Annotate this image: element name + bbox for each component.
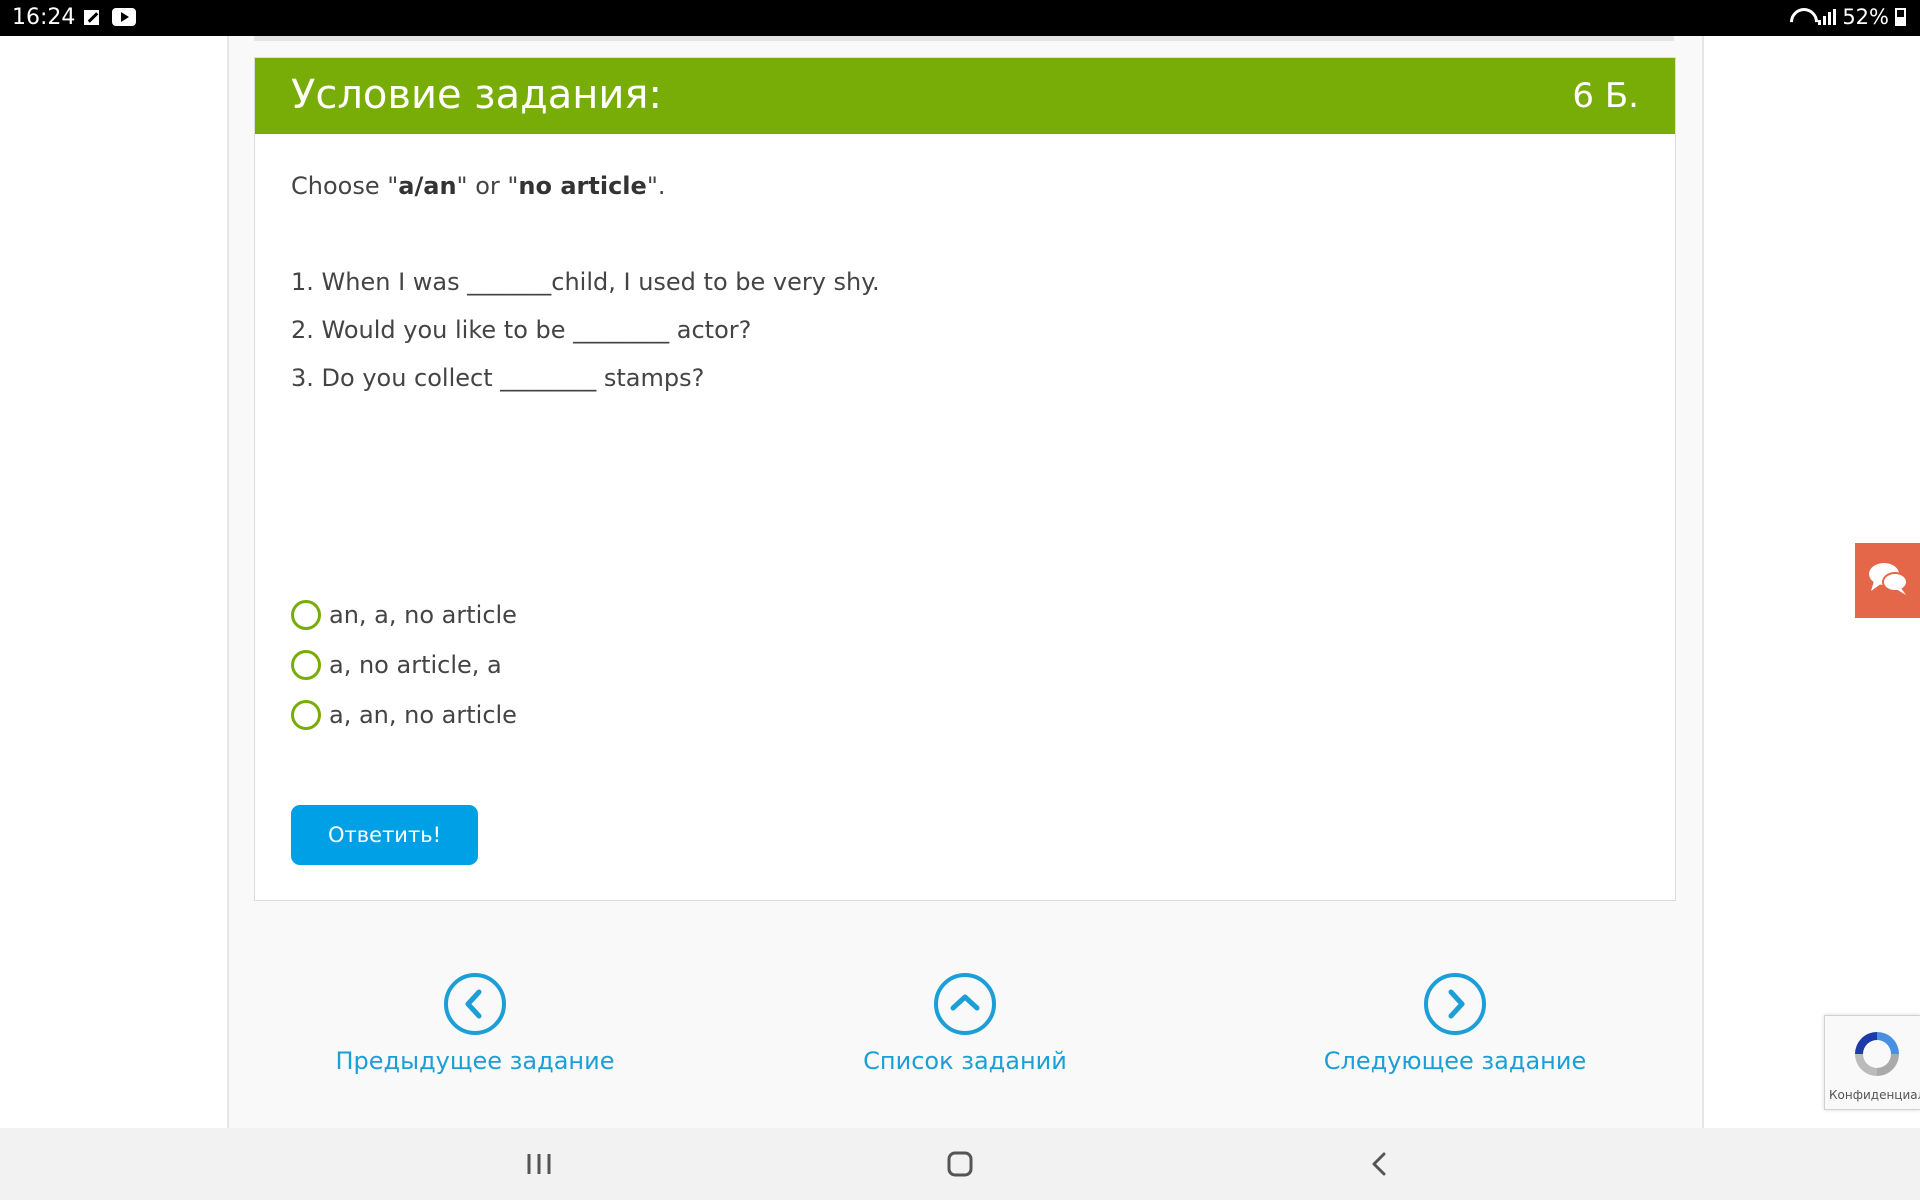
instruction-middle: " or " <box>456 172 519 200</box>
chevron-right-icon[interactable] <box>1424 973 1486 1035</box>
task-list-label[interactable]: Список заданий <box>795 1047 1135 1075</box>
question-3: 3. Do you collect ________ stamps? <box>291 364 705 392</box>
next-task-link[interactable]: Следующее задание <box>1285 973 1625 1075</box>
next-task-label[interactable]: Следующее задание <box>1285 1047 1625 1075</box>
recents-icon[interactable] <box>519 1146 559 1182</box>
instruction-bold-no-article: no article <box>518 172 647 200</box>
prev-task-link[interactable]: Предыдущее задание <box>305 973 645 1075</box>
signal-icon <box>1818 9 1837 25</box>
task-card: Условие задания: 6 Б. Choose "a/an" or "… <box>254 57 1676 901</box>
edit-icon <box>84 10 99 25</box>
recaptcha-icon <box>1855 1032 1899 1076</box>
task-title: Условие задания: <box>291 72 662 118</box>
option-label: a, no article, a <box>329 651 502 679</box>
status-right: 52% <box>1790 5 1906 29</box>
radio-button[interactable] <box>291 600 321 630</box>
status-time: 16:24 <box>12 5 76 30</box>
answer-option-3[interactable]: a, an, no article <box>291 700 517 730</box>
question-1: 1. When I was _______child, I used to be… <box>291 268 880 296</box>
submit-answer-button[interactable]: Ответить! <box>291 805 478 865</box>
option-label: an, a, no article <box>329 601 517 629</box>
radio-button[interactable] <box>291 700 321 730</box>
instruction-suffix: ". <box>646 172 666 200</box>
back-icon[interactable] <box>1360 1146 1400 1182</box>
youtube-icon <box>112 8 136 26</box>
task-instruction: Choose "a/an" or "no article". <box>291 172 665 200</box>
chat-icon <box>1869 563 1908 595</box>
answer-option-2[interactable]: a, no article, a <box>291 650 502 680</box>
answer-option-1[interactable]: an, a, no article <box>291 600 517 630</box>
android-nav-bar <box>0 1128 1920 1200</box>
recaptcha-badge[interactable]: Конфиденциальн <box>1824 1015 1920 1110</box>
radio-button[interactable] <box>291 650 321 680</box>
top-divider <box>254 36 1674 41</box>
task-list-link[interactable]: Список заданий <box>795 973 1135 1075</box>
instruction-prefix: Choose " <box>291 172 399 200</box>
chevron-up-icon[interactable] <box>934 973 996 1035</box>
prev-task-label[interactable]: Предыдущее задание <box>305 1047 645 1075</box>
task-points: 6 Б. <box>1572 76 1639 116</box>
instruction-bold-a-an: a/an <box>398 172 457 200</box>
chat-widget-button[interactable] <box>1855 543 1920 618</box>
battery-icon <box>1895 8 1906 26</box>
recaptcha-text: Конфиденциальн <box>1829 1088 1920 1102</box>
status-bar: 16:24 52% <box>0 0 1920 36</box>
option-label: a, an, no article <box>329 701 517 729</box>
question-2: 2. Would you like to be ________ actor? <box>291 316 752 344</box>
wifi-icon <box>1790 8 1812 26</box>
battery-percent: 52% <box>1842 5 1889 29</box>
home-icon[interactable] <box>940 1146 980 1182</box>
chevron-left-icon[interactable] <box>444 973 506 1035</box>
task-header: Условие задания: 6 Б. <box>255 58 1675 134</box>
